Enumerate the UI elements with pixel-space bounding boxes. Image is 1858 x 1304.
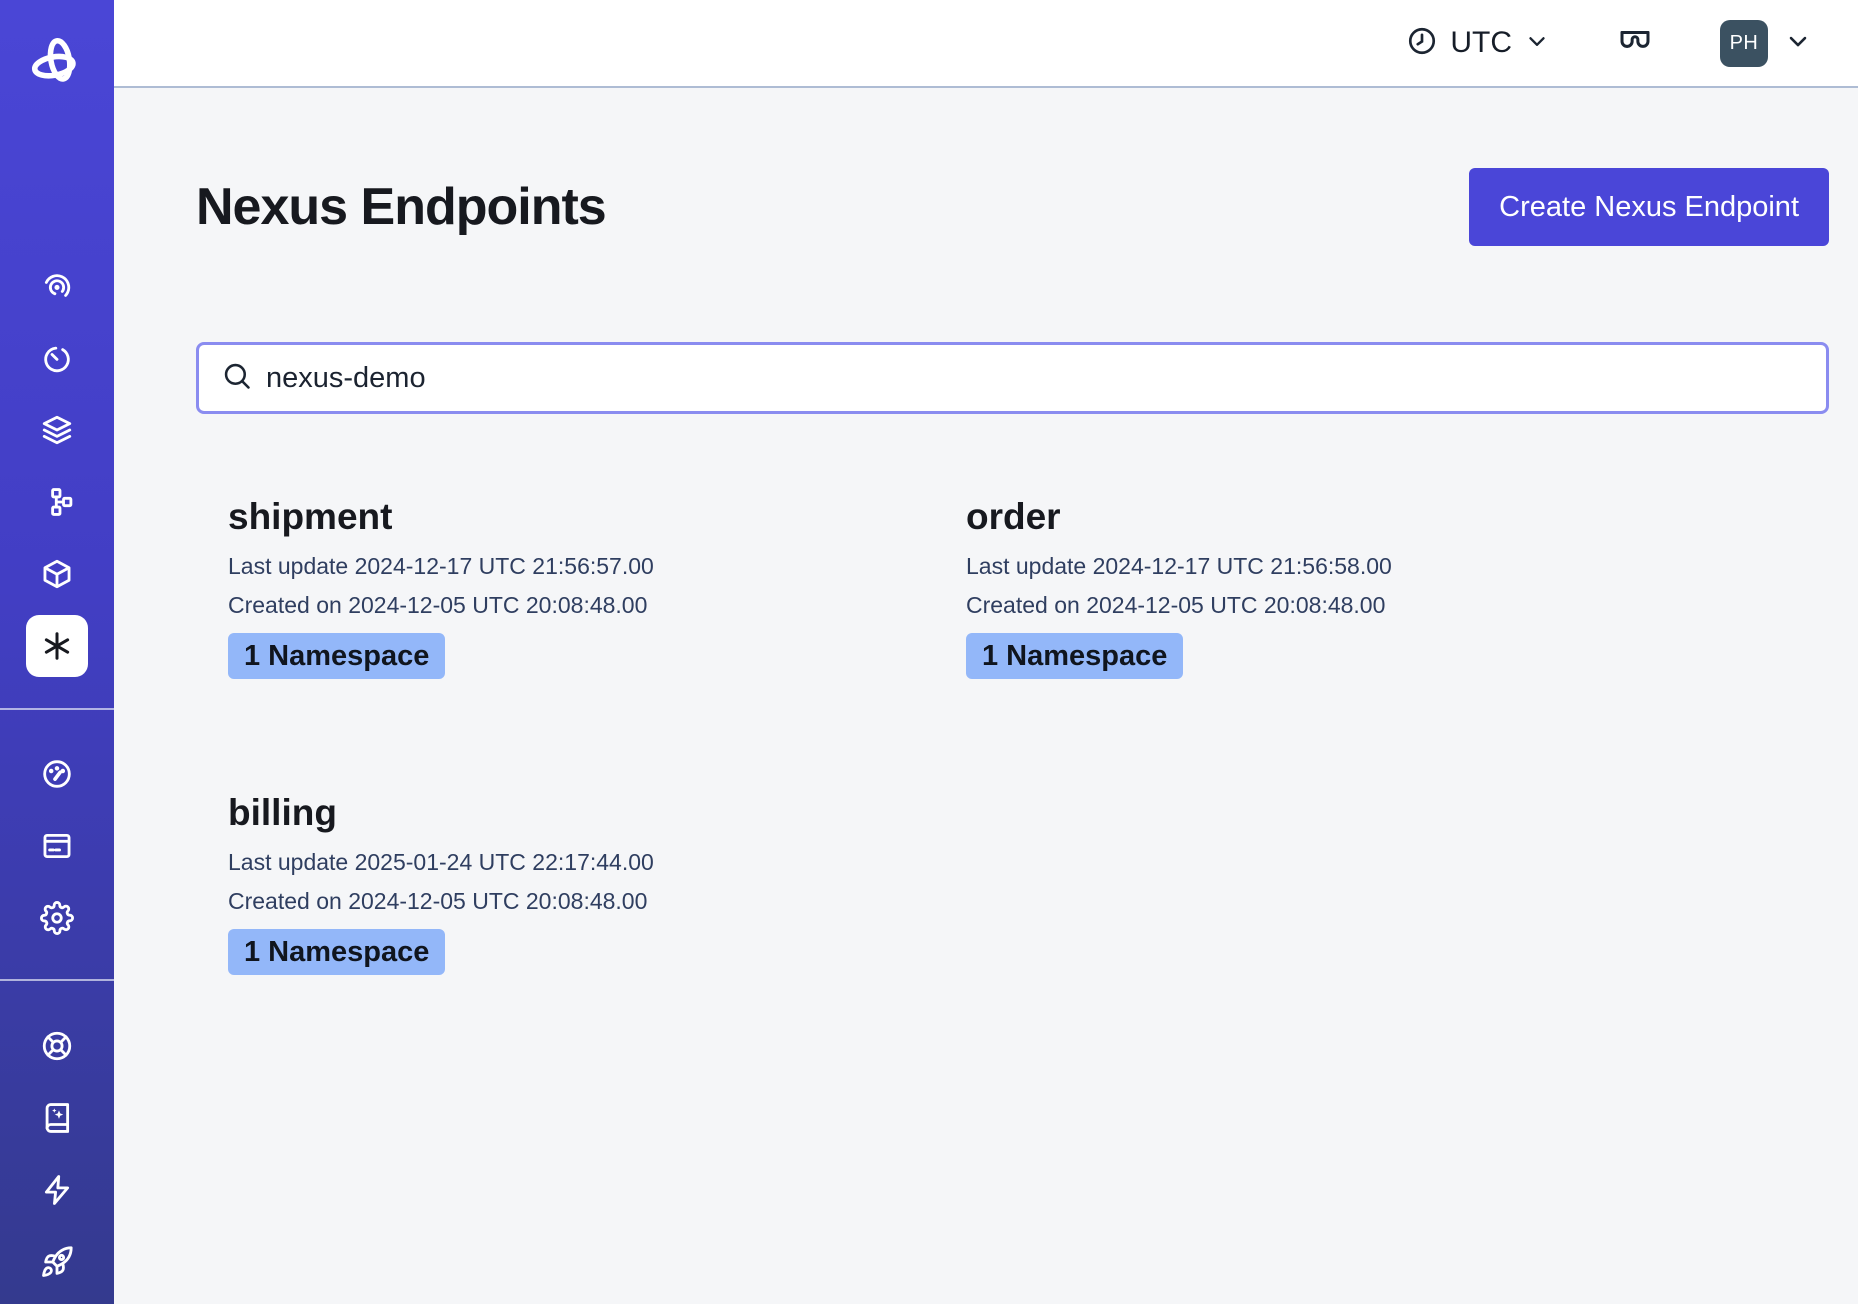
gear-icon <box>40 901 74 935</box>
cube-icon <box>40 557 74 591</box>
clock-icon <box>1406 25 1438 62</box>
sidebar-account-nav <box>0 738 114 954</box>
sidebar-item-namespaces[interactable] <box>0 394 114 466</box>
lightning-icon <box>40 1173 74 1207</box>
gauge-icon <box>40 757 74 791</box>
endpoint-created-on: Created on 2024-12-05 UTC 20:08:48.00 <box>966 586 1640 625</box>
sidebar-item-support[interactable] <box>0 1010 114 1082</box>
sidebar-item-docs[interactable] <box>0 1082 114 1154</box>
search-box <box>196 342 1829 414</box>
page-content: Nexus Endpoints Create Nexus Endpoint sh… <box>114 88 1858 1304</box>
endpoint-name: shipment <box>228 495 902 539</box>
sidebar-item-nexus[interactable] <box>0 610 114 682</box>
labs-mode-button[interactable] <box>1616 23 1654 64</box>
chevron-down-icon <box>1784 27 1812 60</box>
sidebar-item-billing[interactable] <box>0 810 114 882</box>
endpoint-last-update: Last update 2025-01-24 UTC 22:17:44.00 <box>228 843 902 882</box>
glasses-icon <box>1616 23 1654 64</box>
namespace-count-badge: 1 Namespace <box>966 633 1183 679</box>
endpoint-list: shipment Last update 2024-12-17 UTC 21:5… <box>196 495 1829 975</box>
page-title: Nexus Endpoints <box>196 177 606 237</box>
endpoint-card-shipment[interactable]: shipment Last update 2024-12-17 UTC 21:5… <box>196 495 934 679</box>
sidebar-item-settings[interactable] <box>0 882 114 954</box>
sidebar-footer-nav <box>0 1010 114 1298</box>
graph-icon <box>40 485 74 519</box>
chevron-down-icon <box>1524 28 1550 59</box>
rocket-icon <box>40 1245 74 1279</box>
endpoint-card-billing[interactable]: billing Last update 2025-01-24 UTC 22:17… <box>196 791 934 975</box>
temporal-logo-icon[interactable] <box>28 34 86 92</box>
sidebar-item-getting-started[interactable] <box>0 1226 114 1298</box>
app-window: UTC PH <box>0 0 1858 1304</box>
top-header: UTC PH <box>114 0 1858 88</box>
search-input[interactable] <box>266 362 1804 395</box>
user-menu[interactable]: PH <box>1720 20 1812 67</box>
docs-book-icon <box>40 1101 74 1135</box>
sidebar-item-usage[interactable] <box>0 738 114 810</box>
sidebar-item-quickstart[interactable] <box>0 1154 114 1226</box>
layers-icon <box>40 413 74 447</box>
timer-icon <box>40 341 74 375</box>
endpoint-created-on: Created on 2024-12-05 UTC 20:08:48.00 <box>228 882 902 921</box>
sidebar-divider <box>0 979 114 981</box>
nexus-asterisk-icon <box>26 615 88 677</box>
title-row: Nexus Endpoints Create Nexus Endpoint <box>196 168 1829 246</box>
endpoint-last-update: Last update 2024-12-17 UTC 21:56:58.00 <box>966 547 1640 586</box>
namespace-count-badge: 1 Namespace <box>228 633 445 679</box>
endpoint-name: order <box>966 495 1640 539</box>
timezone-label: UTC <box>1450 26 1512 60</box>
orbit-icon <box>40 269 74 303</box>
create-nexus-endpoint-button[interactable]: Create Nexus Endpoint <box>1469 168 1829 246</box>
sidebar-item-deployments[interactable] <box>0 466 114 538</box>
lifebuoy-icon <box>40 1029 74 1063</box>
avatar: PH <box>1720 20 1768 67</box>
endpoint-created-on: Created on 2024-12-05 UTC 20:08:48.00 <box>228 586 902 625</box>
search-icon <box>221 360 253 397</box>
timezone-selector[interactable]: UTC <box>1406 25 1550 62</box>
sidebar-divider <box>0 708 114 710</box>
sidebar <box>0 0 114 1304</box>
sidebar-item-workflows[interactable] <box>0 250 114 322</box>
endpoint-last-update: Last update 2024-12-17 UTC 21:56:57.00 <box>228 547 902 586</box>
endpoint-name: billing <box>228 791 902 835</box>
main-panel: UTC PH <box>114 0 1858 1304</box>
namespace-count-badge: 1 Namespace <box>228 929 445 975</box>
sidebar-item-schedules[interactable] <box>0 322 114 394</box>
sidebar-item-services[interactable] <box>0 538 114 610</box>
endpoint-card-order[interactable]: order Last update 2024-12-17 UTC 21:56:5… <box>934 495 1672 679</box>
invoice-card-icon <box>40 829 74 863</box>
sidebar-primary-nav <box>0 250 114 682</box>
